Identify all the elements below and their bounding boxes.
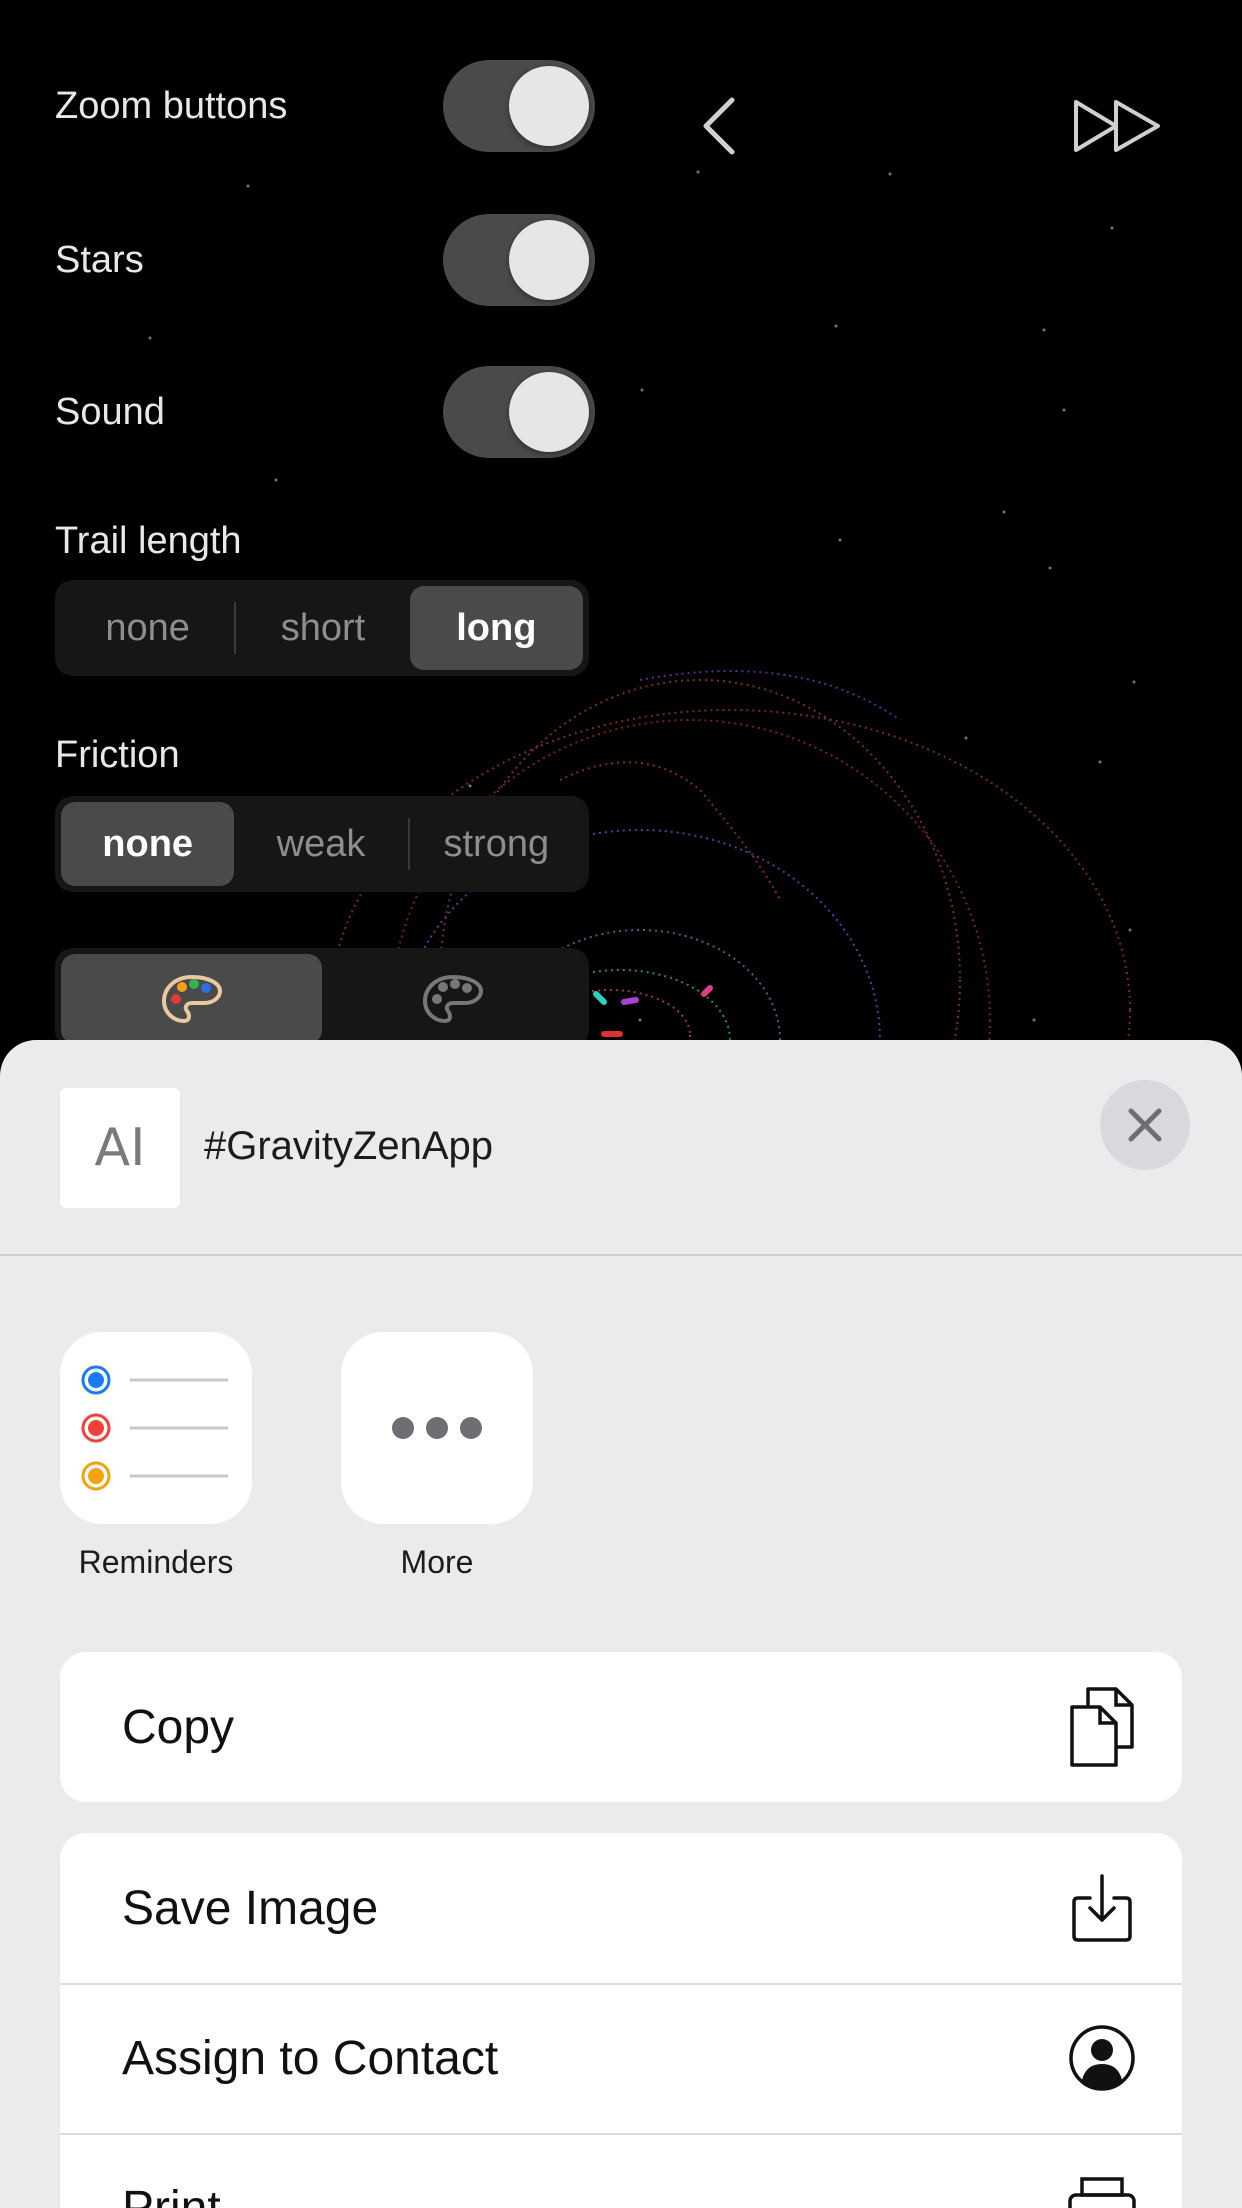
chevron-left-icon[interactable] [700, 96, 740, 161]
sound-label: Sound [55, 390, 165, 433]
zoom-buttons-setting: Zoom buttons [55, 58, 595, 154]
stars-toggle[interactable] [443, 214, 595, 306]
friction-option-none[interactable]: none [61, 802, 235, 886]
text-preview-thumbnail: AI [60, 1088, 180, 1208]
copy-icon [1066, 1687, 1138, 1767]
monochrome-palette-icon [422, 974, 483, 1024]
assign-to-contact-label: Assign to Contact [122, 2031, 499, 2085]
sound-setting: Sound [55, 364, 595, 460]
print-icon [1066, 2172, 1138, 2208]
zoom-buttons-toggle[interactable] [443, 60, 595, 152]
text-icon: AI [94, 1118, 146, 1178]
close-button[interactable] [1100, 1080, 1190, 1170]
actions-group: Save Image Assign to Contact Print [60, 1833, 1182, 2208]
toggle-knob [509, 66, 589, 146]
toggle-knob [509, 220, 589, 300]
reminders-app-button[interactable] [60, 1332, 252, 1524]
more-label: More [400, 1544, 474, 1580]
share-sheet-header: AI #GravityZenApp [0, 1040, 1242, 1256]
close-icon [1128, 1108, 1162, 1142]
print-label: Print [122, 2181, 221, 2208]
save-image-icon [1066, 1872, 1138, 1944]
trail-option-short[interactable]: short [236, 586, 409, 670]
trail-option-none[interactable]: none [61, 586, 234, 670]
stars-setting: Stars [55, 212, 595, 308]
monochrome-palette-option[interactable] [322, 954, 583, 1044]
trail-length-segmented-control: none short long [55, 580, 589, 676]
more-apps-button[interactable] [341, 1332, 533, 1524]
contact-icon [1066, 2022, 1138, 2094]
toggle-knob [509, 372, 589, 452]
friction-segmented-control: none weak strong [55, 796, 589, 892]
reminders-icon [81, 1365, 228, 1491]
sound-toggle[interactable] [443, 366, 595, 458]
copy-label: Copy [122, 1700, 235, 1754]
friction-option-strong[interactable]: strong [410, 802, 583, 886]
colorful-palette-icon [161, 974, 222, 1024]
friction-option-weak[interactable]: weak [234, 802, 407, 886]
save-image-action[interactable]: Save Image [60, 1833, 1182, 1983]
more-icon [392, 1417, 482, 1439]
reminders-label: Reminders [78, 1544, 234, 1580]
stars-label: Stars [55, 238, 144, 281]
copy-action[interactable]: Copy [60, 1652, 1182, 1802]
zoom-buttons-label: Zoom buttons [55, 84, 288, 127]
friction-label: Friction [55, 734, 180, 776]
print-action[interactable]: Print [60, 2133, 1182, 2208]
save-image-label: Save Image [122, 1881, 379, 1935]
assign-to-contact-action[interactable]: Assign to Contact [60, 1983, 1182, 2133]
trail-length-label: Trail length [55, 520, 242, 562]
copy-action-group: Copy [60, 1652, 1182, 1802]
trail-option-long[interactable]: long [409, 586, 583, 670]
fast-forward-icon[interactable] [1070, 98, 1166, 159]
color-scheme-segmented-control [55, 948, 589, 1048]
share-title: #GravityZenApp [204, 1124, 494, 1168]
colorful-palette-option[interactable] [61, 954, 322, 1044]
share-sheet: AI #GravityZenApp Reminders More Copy Sa… [0, 1040, 1242, 2208]
